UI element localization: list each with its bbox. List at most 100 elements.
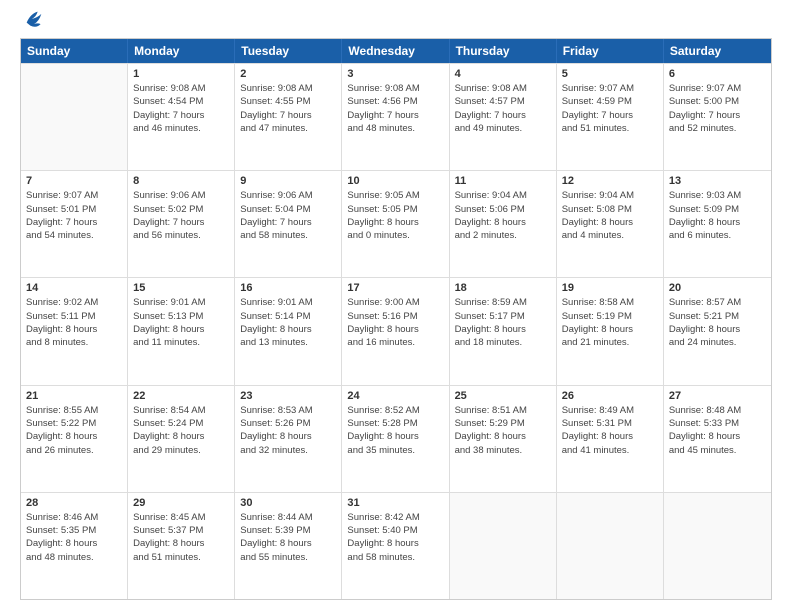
calendar-week-1: 1 Sunrise: 9:08 AM Sunset: 4:54 PM Daylig… bbox=[21, 63, 771, 170]
calendar-day-3: 3 Sunrise: 9:08 AM Sunset: 4:56 PM Daylig… bbox=[342, 64, 449, 170]
day-number: 31 bbox=[347, 497, 443, 509]
day-number: 12 bbox=[562, 175, 658, 187]
day-number: 2 bbox=[240, 68, 336, 80]
header-day-monday: Monday bbox=[128, 39, 235, 63]
calendar-day-1: 1 Sunrise: 9:08 AM Sunset: 4:54 PM Daylig… bbox=[128, 64, 235, 170]
header-day-wednesday: Wednesday bbox=[342, 39, 449, 63]
calendar-day-21: 21Sunrise: 8:55 AM Sunset: 5:22 PM Dayli… bbox=[21, 386, 128, 492]
calendar-empty-cell bbox=[21, 64, 128, 170]
day-info: Sunrise: 9:04 AM Sunset: 5:06 PM Dayligh… bbox=[455, 189, 551, 242]
day-number: 22 bbox=[133, 390, 229, 402]
day-info: Sunrise: 9:00 AM Sunset: 5:16 PM Dayligh… bbox=[347, 296, 443, 349]
day-number: 8 bbox=[133, 175, 229, 187]
day-info: Sunrise: 8:45 AM Sunset: 5:37 PM Dayligh… bbox=[133, 511, 229, 564]
calendar: SundayMondayTuesdayWednesdayThursdayFrid… bbox=[20, 38, 772, 600]
day-number: 10 bbox=[347, 175, 443, 187]
day-number: 29 bbox=[133, 497, 229, 509]
calendar-day-7: 7 Sunrise: 9:07 AM Sunset: 5:01 PM Daylig… bbox=[21, 171, 128, 277]
calendar-day-28: 28 Sunrise: 8:46 AM Sunset: 5:35 PM Dayli… bbox=[21, 493, 128, 599]
calendar-day-26: 26 Sunrise: 8:49 AM Sunset: 5:31 PM Dayli… bbox=[557, 386, 664, 492]
day-number: 13 bbox=[669, 175, 766, 187]
day-number: 15 bbox=[133, 282, 229, 294]
calendar-day-6: 6 Sunrise: 9:07 AM Sunset: 5:00 PM Daylig… bbox=[664, 64, 771, 170]
day-number: 19 bbox=[562, 282, 658, 294]
day-number: 1 bbox=[133, 68, 229, 80]
calendar-day-18: 18 Sunrise: 8:59 AM Sunset: 5:17 PM Dayli… bbox=[450, 278, 557, 384]
logo bbox=[20, 16, 45, 30]
calendar-day-12: 12 Sunrise: 9:04 AM Sunset: 5:08 PM Dayli… bbox=[557, 171, 664, 277]
calendar-day-23: 23 Sunrise: 8:53 AM Sunset: 5:26 PM Dayli… bbox=[235, 386, 342, 492]
day-info: Sunrise: 8:53 AM Sunset: 5:26 PM Dayligh… bbox=[240, 404, 336, 457]
header-day-sunday: Sunday bbox=[21, 39, 128, 63]
calendar-day-27: 27 Sunrise: 8:48 AM Sunset: 5:33 PM Dayli… bbox=[664, 386, 771, 492]
day-number: 7 bbox=[26, 175, 122, 187]
day-info: Sunrise: 9:06 AM Sunset: 5:02 PM Dayligh… bbox=[133, 189, 229, 242]
calendar-day-11: 11 Sunrise: 9:04 AM Sunset: 5:06 PM Dayli… bbox=[450, 171, 557, 277]
day-number: 30 bbox=[240, 497, 336, 509]
calendar-day-19: 19 Sunrise: 8:58 AM Sunset: 5:19 PM Dayli… bbox=[557, 278, 664, 384]
day-info: Sunrise: 9:07 AM Sunset: 5:00 PM Dayligh… bbox=[669, 82, 766, 135]
header-day-saturday: Saturday bbox=[664, 39, 771, 63]
calendar-day-25: 25Sunrise: 8:51 AM Sunset: 5:29 PM Dayli… bbox=[450, 386, 557, 492]
day-number: 18 bbox=[455, 282, 551, 294]
day-info: Sunrise: 8:54 AM Sunset: 5:24 PM Dayligh… bbox=[133, 404, 229, 457]
day-info: Sunrise: 8:44 AM Sunset: 5:39 PM Dayligh… bbox=[240, 511, 336, 564]
day-number: 11 bbox=[455, 175, 551, 187]
header-day-thursday: Thursday bbox=[450, 39, 557, 63]
day-info: Sunrise: 9:01 AM Sunset: 5:14 PM Dayligh… bbox=[240, 296, 336, 349]
calendar-empty-cell bbox=[557, 493, 664, 599]
day-number: 14 bbox=[26, 282, 122, 294]
day-info: Sunrise: 8:57 AM Sunset: 5:21 PM Dayligh… bbox=[669, 296, 766, 349]
day-number: 24 bbox=[347, 390, 443, 402]
day-info: Sunrise: 9:08 AM Sunset: 4:57 PM Dayligh… bbox=[455, 82, 551, 135]
day-info: Sunrise: 9:08 AM Sunset: 4:55 PM Dayligh… bbox=[240, 82, 336, 135]
calendar-week-4: 21Sunrise: 8:55 AM Sunset: 5:22 PM Dayli… bbox=[21, 385, 771, 492]
logo-bird-icon bbox=[23, 8, 45, 30]
header-day-friday: Friday bbox=[557, 39, 664, 63]
day-number: 25 bbox=[455, 390, 551, 402]
day-number: 6 bbox=[669, 68, 766, 80]
page: SundayMondayTuesdayWednesdayThursdayFrid… bbox=[0, 0, 792, 612]
day-info: Sunrise: 9:08 AM Sunset: 4:54 PM Dayligh… bbox=[133, 82, 229, 135]
day-info: Sunrise: 8:48 AM Sunset: 5:33 PM Dayligh… bbox=[669, 404, 766, 457]
day-info: Sunrise: 8:49 AM Sunset: 5:31 PM Dayligh… bbox=[562, 404, 658, 457]
day-number: 26 bbox=[562, 390, 658, 402]
calendar-day-20: 20 Sunrise: 8:57 AM Sunset: 5:21 PM Dayli… bbox=[664, 278, 771, 384]
calendar-header: SundayMondayTuesdayWednesdayThursdayFrid… bbox=[21, 39, 771, 63]
day-number: 28 bbox=[26, 497, 122, 509]
calendar-body: 1 Sunrise: 9:08 AM Sunset: 4:54 PM Daylig… bbox=[21, 63, 771, 599]
day-info: Sunrise: 8:52 AM Sunset: 5:28 PM Dayligh… bbox=[347, 404, 443, 457]
day-number: 20 bbox=[669, 282, 766, 294]
day-info: Sunrise: 9:04 AM Sunset: 5:08 PM Dayligh… bbox=[562, 189, 658, 242]
calendar-week-5: 28 Sunrise: 8:46 AM Sunset: 5:35 PM Dayli… bbox=[21, 492, 771, 599]
day-info: Sunrise: 9:07 AM Sunset: 5:01 PM Dayligh… bbox=[26, 189, 122, 242]
day-number: 21 bbox=[26, 390, 122, 402]
day-number: 23 bbox=[240, 390, 336, 402]
day-info: Sunrise: 8:59 AM Sunset: 5:17 PM Dayligh… bbox=[455, 296, 551, 349]
day-number: 9 bbox=[240, 175, 336, 187]
calendar-day-15: 15Sunrise: 9:01 AM Sunset: 5:13 PM Dayli… bbox=[128, 278, 235, 384]
day-number: 16 bbox=[240, 282, 336, 294]
day-info: Sunrise: 8:58 AM Sunset: 5:19 PM Dayligh… bbox=[562, 296, 658, 349]
calendar-day-24: 24 Sunrise: 8:52 AM Sunset: 5:28 PM Dayli… bbox=[342, 386, 449, 492]
day-info: Sunrise: 9:06 AM Sunset: 5:04 PM Dayligh… bbox=[240, 189, 336, 242]
calendar-week-2: 7 Sunrise: 9:07 AM Sunset: 5:01 PM Daylig… bbox=[21, 170, 771, 277]
day-info: Sunrise: 8:46 AM Sunset: 5:35 PM Dayligh… bbox=[26, 511, 122, 564]
day-number: 5 bbox=[562, 68, 658, 80]
calendar-day-16: 16 Sunrise: 9:01 AM Sunset: 5:14 PM Dayli… bbox=[235, 278, 342, 384]
header bbox=[20, 16, 772, 30]
day-number: 3 bbox=[347, 68, 443, 80]
calendar-day-22: 22 Sunrise: 8:54 AM Sunset: 5:24 PM Dayli… bbox=[128, 386, 235, 492]
day-info: Sunrise: 9:02 AM Sunset: 5:11 PM Dayligh… bbox=[26, 296, 122, 349]
day-number: 17 bbox=[347, 282, 443, 294]
calendar-day-9: 9 Sunrise: 9:06 AM Sunset: 5:04 PM Daylig… bbox=[235, 171, 342, 277]
calendar-empty-cell bbox=[664, 493, 771, 599]
day-info: Sunrise: 9:03 AM Sunset: 5:09 PM Dayligh… bbox=[669, 189, 766, 242]
calendar-week-3: 14 Sunrise: 9:02 AM Sunset: 5:11 PM Dayli… bbox=[21, 277, 771, 384]
calendar-day-29: 29 Sunrise: 8:45 AM Sunset: 5:37 PM Dayli… bbox=[128, 493, 235, 599]
day-info: Sunrise: 9:08 AM Sunset: 4:56 PM Dayligh… bbox=[347, 82, 443, 135]
calendar-day-17: 17 Sunrise: 9:00 AM Sunset: 5:16 PM Dayli… bbox=[342, 278, 449, 384]
day-number: 27 bbox=[669, 390, 766, 402]
calendar-day-5: 5Sunrise: 9:07 AM Sunset: 4:59 PM Daylig… bbox=[557, 64, 664, 170]
calendar-day-4: 4Sunrise: 9:08 AM Sunset: 4:57 PM Daylig… bbox=[450, 64, 557, 170]
